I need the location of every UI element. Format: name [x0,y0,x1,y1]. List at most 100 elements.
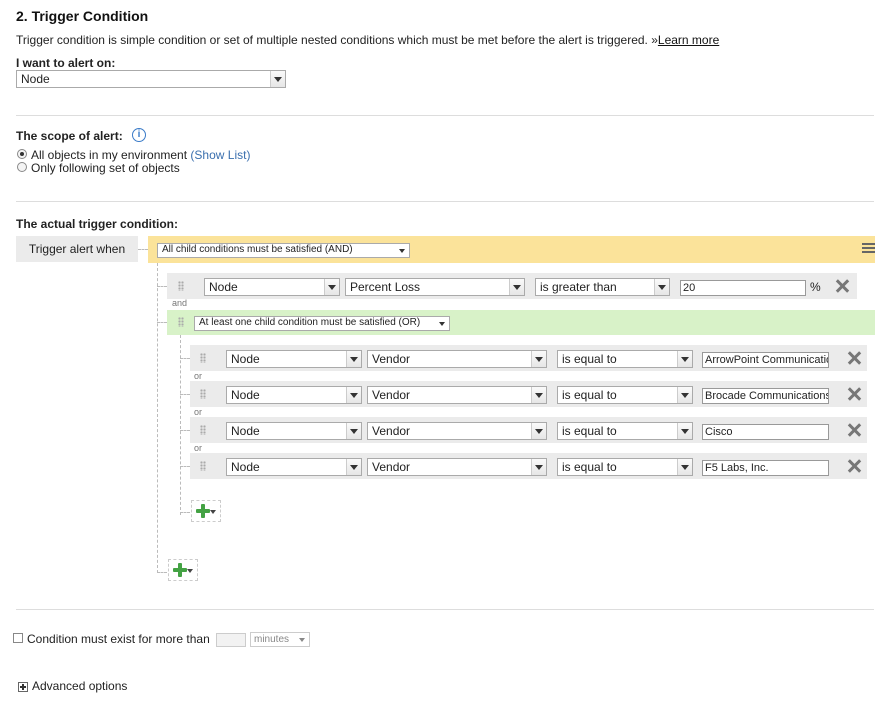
delete-condition-icon[interactable] [847,387,861,401]
or-condition-operator-select[interactable]: is equal to [557,350,693,368]
scope-radio-all[interactable] [17,149,27,159]
tree-line [180,512,190,513]
or-group-select[interactable]: At least one child condition must be sat… [194,316,450,331]
show-list-link[interactable]: (Show List) [190,148,250,162]
and-group-select[interactable]: All child conditions must be satisfied (… [157,243,410,258]
tree-line [157,286,167,287]
condition-field-select[interactable]: Percent Loss [345,278,525,296]
divider [16,201,874,202]
drag-handle-icon[interactable] [200,461,206,471]
learn-more-link[interactable]: Learn more [658,33,719,47]
intro-description: Trigger condition is simple condition or… [16,33,658,47]
alert-on-select[interactable]: Node [16,70,286,88]
or-condition-value-input[interactable]: Brocade Communications [702,388,829,404]
or-condition-operator-value: is equal to [562,352,617,366]
or-connector: or [194,443,203,453]
chevron-down-icon [346,423,361,439]
drag-handle-icon[interactable] [178,317,184,327]
chevron-down-icon [439,322,445,326]
or-condition-operator-value: is equal to [562,460,617,474]
divider [16,115,874,116]
divider [16,609,874,610]
section-title: 2. Trigger Condition [16,8,149,24]
or-condition-object-value: Node [231,352,260,366]
chevron-down-icon [531,387,546,403]
add-and-condition-button[interactable] [168,559,198,581]
delete-condition-icon[interactable] [847,459,861,473]
chevron-down-icon [677,423,692,439]
scope-option-all: All objects in my environment (Show List… [31,148,250,162]
delete-condition-icon[interactable] [847,351,861,365]
scope-option-all-label: All objects in my environment [31,148,188,162]
or-condition-object-value: Node [231,424,260,438]
chevron-down-icon [677,459,692,475]
or-condition-field-select[interactable]: Vendor [367,458,547,476]
chevron-down-icon [531,459,546,475]
tree-line [180,358,190,359]
or-condition-object-select[interactable]: Node [226,422,362,440]
chevron-down-icon [654,279,669,295]
duration-unit-select[interactable]: minutes [250,632,310,647]
or-condition-field-value: Vendor [372,388,411,402]
or-condition-operator-select[interactable]: is equal to [557,458,693,476]
chevron-down-icon [677,351,692,367]
alert-on-value: Node [21,72,50,86]
duration-checkbox[interactable] [13,633,23,643]
condition-unit: % [810,280,821,294]
alert-on-label: I want to alert on: [16,56,116,70]
chevron-down-icon [399,249,405,253]
or-condition-value-input[interactable]: F5 Labs, Inc. [702,460,829,476]
chevron-down-icon [531,423,546,439]
or-condition-value-input[interactable]: Cisco [702,424,829,440]
and-group-value: All child conditions must be satisfied (… [162,244,353,255]
or-condition-object-value: Node [231,388,260,402]
chevron-down-icon [677,387,692,403]
info-icon[interactable]: i [132,128,146,142]
drag-handle-icon[interactable] [200,425,206,435]
tree-line [180,466,190,467]
or-condition-field-select[interactable]: Vendor [367,386,547,404]
and-connector: and [172,298,188,308]
or-condition-field-select[interactable]: Vendor [367,422,547,440]
duration-label: Condition must exist for more than [27,632,210,646]
trigger-label: The actual trigger condition: [16,217,179,231]
or-condition-object-select[interactable]: Node [226,386,362,404]
or-condition-field-value: Vendor [372,460,411,474]
intro-text: Trigger condition is simple condition or… [16,33,719,47]
tree-line [180,335,181,515]
condition-operator-select[interactable]: is greater than [535,278,670,296]
chevron-down-icon [346,387,361,403]
condition-object-select[interactable]: Node [204,278,340,296]
drag-handle-icon[interactable] [178,281,184,291]
add-or-condition-button[interactable] [191,500,221,522]
menu-icon[interactable] [862,242,875,255]
drag-handle-icon[interactable] [200,353,206,363]
or-condition-operator-value: is equal to [562,388,617,402]
delete-condition-icon[interactable] [835,279,849,293]
duration-input[interactable] [216,633,246,647]
or-condition-field-value: Vendor [372,352,411,366]
expand-icon[interactable] [18,682,28,692]
trigger-when-label: Trigger alert when [16,236,138,262]
tree-line [180,394,190,395]
delete-condition-icon[interactable] [847,423,861,437]
or-condition-object-value: Node [231,460,260,474]
chevron-down-icon [270,71,285,87]
add-icon [196,504,210,518]
or-condition-field-select[interactable]: Vendor [367,350,547,368]
scope-radio-following[interactable] [17,162,27,172]
condition-object-value: Node [209,280,238,294]
drag-handle-icon[interactable] [200,389,206,399]
chevron-down-icon [509,279,524,295]
or-condition-object-select[interactable]: Node [226,458,362,476]
tree-line [180,430,190,431]
tree-line [157,572,167,573]
or-condition-value-input[interactable]: ArrowPoint Communicatio [702,352,829,368]
advanced-options-link[interactable]: Advanced options [32,679,127,693]
or-connector: or [194,371,203,381]
chevron-down-icon [210,510,216,514]
or-condition-operator-select[interactable]: is equal to [557,386,693,404]
or-condition-object-select[interactable]: Node [226,350,362,368]
condition-value-input[interactable]: 20 [680,280,806,296]
or-condition-operator-select[interactable]: is equal to [557,422,693,440]
